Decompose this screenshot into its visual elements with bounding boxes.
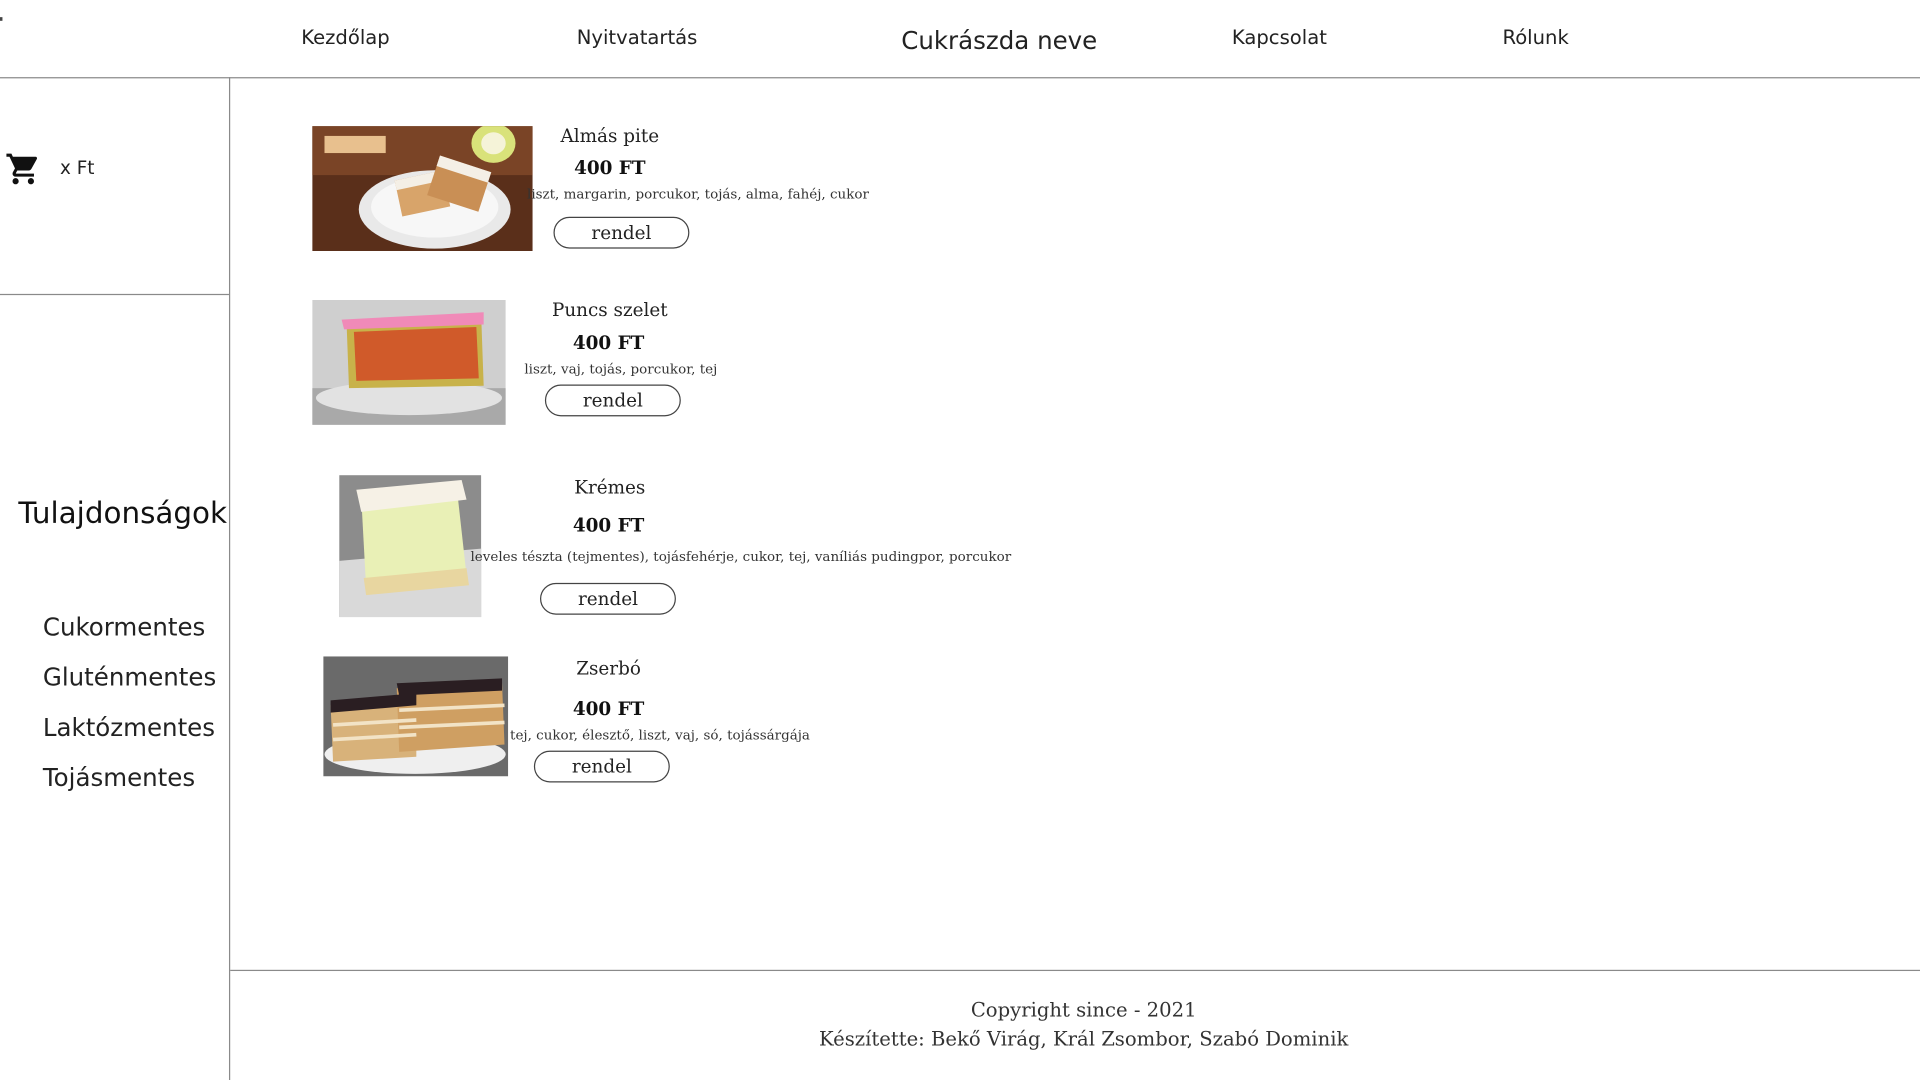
shop-name[interactable]: Cukrászda neve	[901, 26, 1097, 55]
copyright-text: Copyright since - 2021	[970, 997, 1197, 1022]
cart-total: x Ft	[60, 156, 95, 179]
top-navigation: Kezdőlap Nyitvatartás Cukrászda neve Kap…	[0, 0, 1920, 79]
product-name: Krémes	[574, 476, 646, 499]
credits-text: Készítette: Bekő Virág, Král Zsombor, Sz…	[819, 1027, 1349, 1051]
nav-opening-hours[interactable]: Nyitvatartás	[577, 26, 698, 49]
product-name: Almás pite	[560, 124, 660, 147]
sidebar: x Ft Tulajdonságok Cukormentes Gluténmen…	[0, 77, 231, 1080]
page: Kezdőlap Nyitvatartás Cukrászda neve Kap…	[0, 0, 1920, 1080]
sidebar-divider	[0, 293, 229, 296]
order-button[interactable]: rendel	[540, 582, 676, 615]
properties-heading: Tulajdonságok	[18, 495, 228, 531]
product-price: 400 FT	[574, 156, 646, 179]
product-price: 400 FT	[572, 697, 645, 721]
product-ingredients: tej, cukor, élesztő, liszt, vaj, só, toj…	[510, 727, 810, 744]
filter-gluten-free[interactable]: Gluténmentes	[43, 662, 216, 691]
product-price: 400 FT	[572, 514, 645, 537]
filter-sugar-free[interactable]: Cukormentes	[43, 612, 205, 641]
product-name: Puncs szelet	[551, 298, 668, 321]
product-ingredients: leveles tészta (tejmentes), tojásfehérje…	[470, 548, 1012, 565]
footer-divider	[230, 969, 1920, 972]
product-price: 400 FT	[572, 331, 645, 354]
nav-home[interactable]: Kezdőlap	[301, 26, 390, 49]
nav-about[interactable]: Rólunk	[1502, 26, 1568, 49]
nav-contact[interactable]: Kapcsolat	[1232, 26, 1327, 49]
product-name: Zserbó	[576, 657, 641, 680]
cart-icon[interactable]	[5, 151, 42, 188]
apple-pie-image	[312, 126, 533, 252]
product-ingredients: liszt, vaj, tojás, porcukor, tej	[524, 361, 718, 378]
punch-slice-image	[312, 300, 506, 425]
cream-slice-image	[339, 475, 482, 618]
product-ingredients: liszt, margarin, porcukor, tojás, alma, …	[527, 186, 869, 203]
filter-lactose-free[interactable]: Laktózmentes	[43, 713, 215, 742]
corner-dot	[0, 17, 3, 21]
filter-egg-free[interactable]: Tojásmentes	[43, 763, 195, 792]
order-button[interactable]: rendel	[544, 384, 681, 417]
zserbo-image	[323, 656, 509, 777]
order-button[interactable]: rendel	[533, 750, 670, 783]
order-button[interactable]: rendel	[553, 216, 690, 249]
